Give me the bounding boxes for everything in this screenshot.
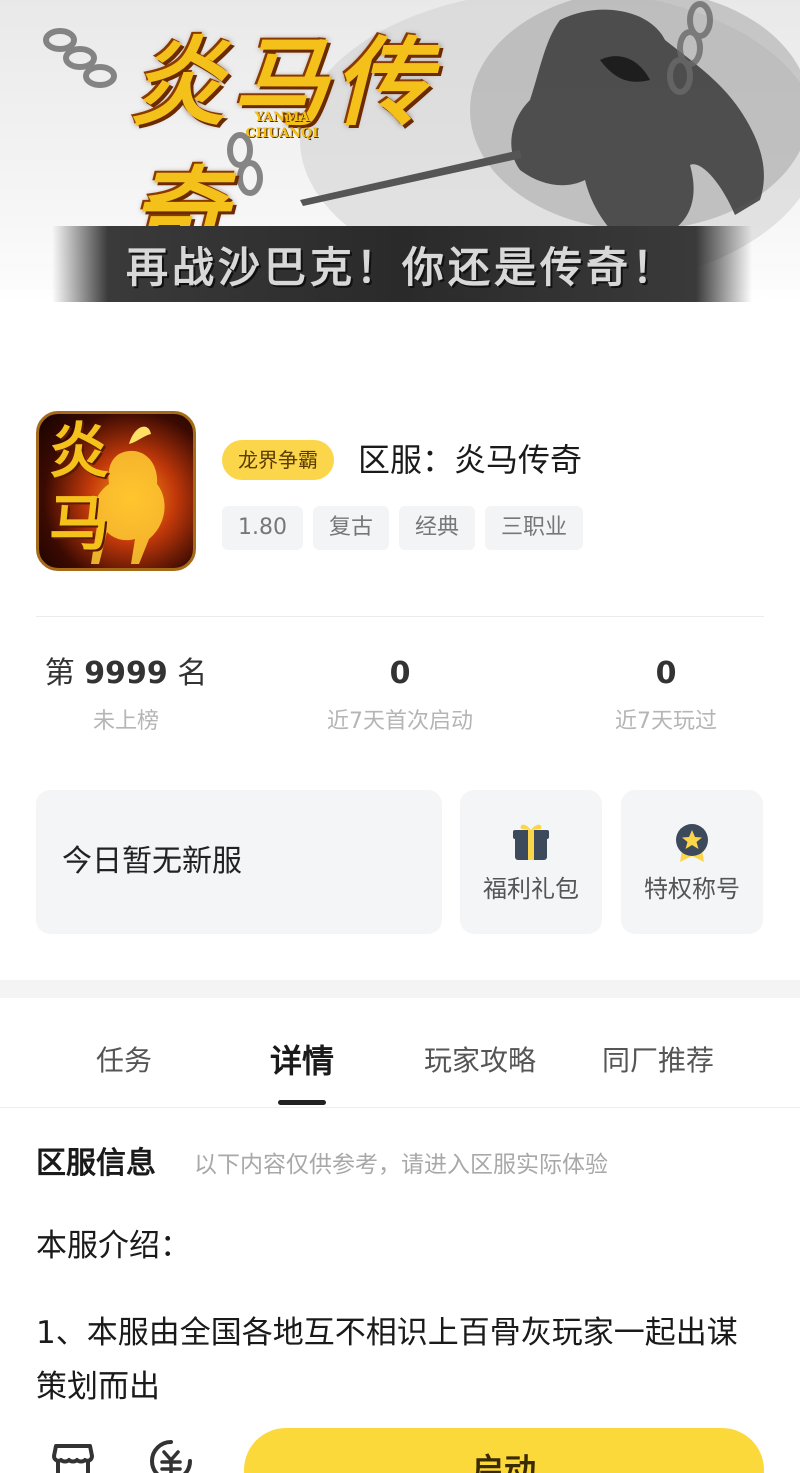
stat-rank-value: 第 9999 名 [36,650,216,698]
intro-body: 1、本服由全国各地互不相识上百骨灰玩家一起出谋策划而出 [36,1315,738,1405]
banner-logo: 炎马传奇 YANMA CHUANQI [130,18,500,269]
stat-first-launch-value: 0 [389,656,411,691]
server-info-heading: 区服信息 [36,1146,156,1181]
currency-icon[interactable] [148,1438,194,1473]
game-chips: 1.80 复古 经典 三职业 [222,506,584,550]
medal-icon [676,824,708,862]
chip-three-classes: 三职业 [485,506,584,550]
tabs-border [0,1107,800,1108]
stat-rank: 第 9999 名 未上榜 [36,650,216,738]
tab-same-publisher[interactable]: 同厂推荐 [568,1038,748,1084]
new-server-text: 今日暂无新服 [62,844,242,879]
gift-icon [513,824,549,860]
active-tab-indicator [278,1100,326,1105]
stat-played-value: 0 [655,656,677,691]
detail-tabs: 任务 详情 玩家攻略 同厂推荐 [0,1020,800,1108]
launch-button[interactable]: 启动 [244,1428,764,1473]
stat-rank-number: 9999 [84,656,168,691]
game-banner: 炎马传奇 YANMA CHUANQI 再战沙巴克！你还是传奇！ [0,0,800,330]
game-icon[interactable]: 炎马 [36,411,196,571]
stat-first-launch-label: 近7天首次启动 [327,709,473,734]
intro-title: 本服介绍： [36,1228,191,1264]
stat-first-launch: 0 近7天首次启动 [300,650,500,738]
chip-classic: 经典 [399,506,476,550]
new-server-card[interactable]: 今日暂无新服 [36,790,442,934]
stat-played-label: 近7天玩过 [615,709,717,734]
chip-retro: 复古 [312,506,389,550]
bottom-action-bar: 启动 [0,1416,800,1473]
banner-logo-en: YANMA CHUANQI [222,110,342,142]
store-icon[interactable] [50,1438,96,1473]
privilege-title-label: 特权称号 [644,875,740,903]
gift-pack-button[interactable]: 福利礼包 [460,790,602,934]
privilege-title-button[interactable]: 特权称号 [621,790,763,934]
banner-logo-en-line2: CHUANQI [245,126,319,141]
banner-slogan-bar: 再战沙巴克！你还是传奇！ [52,226,752,302]
server-info-note: 以下内容仅供参考，请进入区服实际体验 [194,1152,608,1178]
stat-rank-label: 未上榜 [92,709,159,734]
header-divider [36,616,764,617]
stat-rank-suffix: 名 [167,656,208,691]
tab-details[interactable]: 详情 [212,1038,392,1084]
stat-rank-prefix: 第 [44,656,85,691]
gift-pack-label: 福利礼包 [483,875,579,903]
section-gap [0,980,800,998]
stat-played: 0 近7天玩过 [586,650,746,738]
banner-logo-en-line1: YANMA [254,110,310,125]
chip-version: 1.80 [222,506,303,550]
banner-slogan: 再战沙巴克！你还是传奇！ [125,242,678,292]
tab-tasks[interactable]: 任务 [34,1038,214,1084]
game-title: 区服：炎马传奇 [358,441,583,479]
tab-player-guides[interactable]: 玩家攻略 [390,1038,570,1084]
game-icon-text: 炎马 [49,417,109,559]
server-tag-badge: 龙界争霸 [222,440,334,480]
